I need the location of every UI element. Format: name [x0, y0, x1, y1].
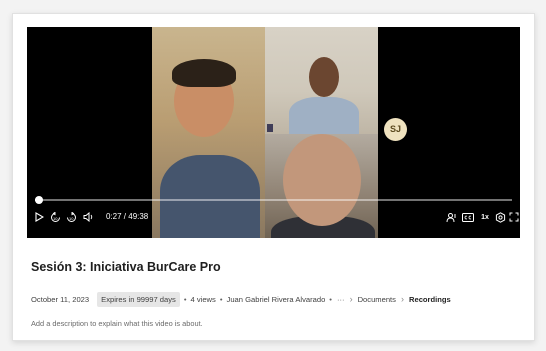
rewind-10-icon[interactable]: 10 [48, 207, 62, 227]
video-date: October 11, 2023 [31, 294, 90, 304]
more-options-button[interactable]: ··· [337, 295, 345, 304]
participant-tile-right-top [265, 27, 378, 134]
expires-badge[interactable]: Expires in 99997 days [97, 291, 180, 307]
forward-10-icon[interactable]: 10 [64, 207, 78, 227]
progress-bar[interactable] [35, 196, 512, 204]
participant-body [289, 97, 359, 134]
fullscreen-icon[interactable] [507, 207, 520, 227]
chevron-right-icon: › [349, 294, 353, 304]
description-field[interactable]: Add a description to explain what this v… [31, 319, 203, 328]
video-title: Sesión 3: Iniciativa BurCare Pro [31, 260, 221, 274]
player-controls: 10 10 0:27 / 49:38 1x [27, 207, 520, 227]
svg-text:10: 10 [53, 216, 58, 221]
separator-dot: • [329, 294, 332, 304]
volume-icon[interactable] [81, 207, 95, 227]
svg-text:10: 10 [69, 216, 74, 221]
breadcrumb-documents[interactable]: Documents [358, 295, 396, 304]
separator-dot: • [183, 294, 187, 304]
video-player[interactable]: SJ 10 10 0:27 / 49:38 1x [27, 27, 520, 238]
participant-face [309, 57, 339, 97]
video-card: SJ 10 10 0:27 / 49:38 1x Sesión 3: Inici… [12, 13, 535, 341]
participant-hair [172, 59, 236, 87]
separator-dot: • [219, 294, 223, 304]
participant-name-tag [267, 124, 273, 132]
chevron-right-icon: › [400, 294, 404, 304]
play-icon[interactable] [32, 207, 46, 227]
progress-knob[interactable] [35, 196, 44, 204]
view-count: 4 views [190, 294, 216, 304]
breadcrumb-recordings[interactable]: Recordings [409, 295, 451, 304]
participant-avatar: SJ [384, 118, 407, 141]
captions-icon[interactable] [461, 207, 475, 227]
speaker-icon[interactable] [444, 207, 458, 227]
owner-name[interactable]: Juan Gabriel Rivera Alvarado [227, 295, 326, 304]
playback-speed[interactable]: 1x [478, 207, 492, 227]
time-display: 0:27 / 49:38 [106, 212, 149, 221]
gear-icon[interactable] [493, 207, 507, 227]
video-meta: October 11, 2023 Expires in 99997 days •… [31, 290, 451, 308]
